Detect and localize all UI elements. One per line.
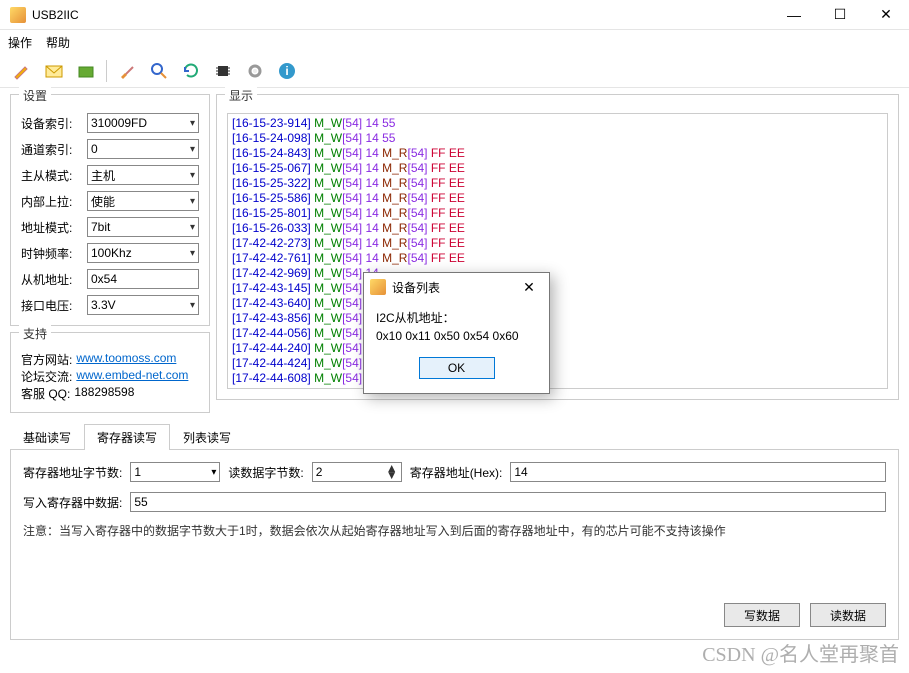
support-title: 支持 [19,325,51,342]
log-line: [17-42-42-969] M_W[54] 14 [232,266,883,281]
menu-help[interactable]: 帮助 [46,34,70,51]
data-bytes-spin[interactable]: 2▲▼ [312,462,402,482]
label-voltage: 接口电压: [21,297,81,314]
log-line: [17-42-43-640] M_W[54] [232,296,883,311]
forum-label: 论坛交流: [21,368,72,385]
titlebar: USB2IIC — ☐ ✕ [0,0,909,30]
qq-label: 客服 QQ: [21,385,70,402]
site-link[interactable]: www.toomoss.com [76,351,176,368]
log-line: [16-15-23-914] M_W[54] 14 55 [232,116,883,131]
combo-pullup[interactable]: 使能 [87,191,199,211]
reg-addr-bytes-combo[interactable]: 1 [130,462,220,482]
dialog-line2: 0x10 0x11 0x50 0x54 0x60 [376,327,537,345]
label-slave_addr: 从机地址: [21,271,81,288]
log-line: [17-42-44-424] M_W[54] [232,356,883,371]
write-button[interactable]: 写数据 [724,603,800,627]
write-data-input[interactable]: 55 [130,492,886,512]
dialog-ok-button[interactable]: OK [419,357,495,379]
window-title: USB2IIC [32,8,771,22]
watermark: CSDN @名人堂再聚首 [702,638,899,667]
log-line: [16-15-25-801] M_W[54] 14 M_R[54] FF EE [232,206,883,221]
settings-title: 设置 [19,87,51,104]
combo-device_index[interactable]: 310009FD [87,113,199,133]
forum-link[interactable]: www.embed-net.com [76,368,188,385]
combo-channel_index[interactable]: 0 [87,139,199,159]
pencil-icon[interactable] [10,59,34,83]
combo-slave_addr[interactable]: 0x54 [87,269,199,289]
minimize-button[interactable]: — [771,0,817,30]
refresh-icon[interactable] [179,59,203,83]
log-line: [17-42-42-273] M_W[54] 14 M_R[54] FF EE [232,236,883,251]
site-label: 官方网站: [21,351,72,368]
dialog-icon [370,279,386,295]
label-device_index: 设备索引: [21,115,81,132]
log-line: [16-15-25-322] M_W[54] 14 M_R[54] FF EE [232,176,883,191]
combo-voltage[interactable]: 3.3V [87,295,199,315]
dialog-line1: I2C从机地址： [376,309,537,327]
log-line: [17-42-44-608] M_W[54] [232,371,883,386]
settings-panel: 设置 设备索引:310009FD通道索引:0主从模式:主机内部上拉:使能地址模式… [10,94,210,326]
device-list-dialog: 设备列表 ✕ I2C从机地址： 0x10 0x11 0x50 0x54 0x60… [363,272,550,394]
reg-addr-input[interactable]: 14 [510,462,886,482]
label-clock: 时钟频率: [21,245,81,262]
menubar: 操作 帮助 [0,30,909,54]
read-button[interactable]: 读数据 [810,603,886,627]
reg-addr-label: 寄存器地址(Hex): [410,464,503,481]
log-line: [17-42-43-145] M_W[54] [232,281,883,296]
label-pullup: 内部上拉: [21,193,81,210]
brush-icon[interactable] [115,59,139,83]
magnifier-icon[interactable] [147,59,171,83]
info-icon[interactable]: i [275,59,299,83]
log-view[interactable]: [16-15-23-914] M_W[54] 14 55[16-15-24-09… [227,113,888,389]
log-line: [17-42-44-240] M_W[54] [232,341,883,356]
tab-body: 寄存器地址字节数: 1 读数据字节数: 2▲▼ 寄存器地址(Hex): 14 写… [10,450,899,640]
tab-basic[interactable]: 基础读写 [10,424,84,450]
note-text: 注意：当写入寄存器中的数据字节数大于1时，数据会依次从起始寄存器地址写入到后面的… [23,522,886,539]
log-line: [16-15-25-586] M_W[54] 14 M_R[54] FF EE [232,191,883,206]
tab-register[interactable]: 寄存器读写 [84,424,170,450]
combo-master_slave[interactable]: 主机 [87,165,199,185]
svg-text:i: i [285,64,288,78]
log-line: [16-15-26-033] M_W[54] 14 M_R[54] FF EE [232,221,883,236]
maximize-button[interactable]: ☐ [817,0,863,30]
tab-list[interactable]: 列表读写 [170,424,244,450]
log-line: [17-42-43-856] M_W[54] [232,311,883,326]
log-line: [17-42-42-761] M_W[54] 14 M_R[54] FF EE [232,251,883,266]
support-panel: 支持 官方网站:www.toomoss.com 论坛交流:www.embed-n… [10,332,210,413]
close-button[interactable]: ✕ [863,0,909,30]
log-line: [16-15-24-098] M_W[54] 14 55 [232,131,883,146]
envelope-icon[interactable] [42,59,66,83]
app-icon [10,7,26,23]
combo-addr_mode[interactable]: 7bit [87,217,199,237]
display-title: 显示 [225,87,257,104]
menu-operation[interactable]: 操作 [8,34,32,51]
log-line: [16-15-24-843] M_W[54] 14 M_R[54] FF EE [232,146,883,161]
display-panel: 显示 [16-15-23-914] M_W[54] 14 55[16-15-24… [216,94,899,400]
qq-value: 188298598 [74,385,134,402]
log-line: [17-42-44-056] M_W[54] [232,326,883,341]
data-bytes-label: 读数据字节数: [228,464,303,481]
label-master_slave: 主从模式: [21,167,81,184]
combo-clock[interactable]: 100Khz [87,243,199,263]
label-channel_index: 通道索引: [21,141,81,158]
dialog-close-button[interactable]: ✕ [515,273,543,301]
gear-icon[interactable] [243,59,267,83]
dialog-title: 设备列表 [392,279,515,296]
chip-icon[interactable] [211,59,235,83]
reg-addr-bytes-label: 寄存器地址字节数: [23,464,122,481]
toolbar: i [0,54,909,88]
label-addr_mode: 地址模式: [21,219,81,236]
log-line: [17-42-44-792] M_W[54] [232,386,883,389]
log-line: [16-15-25-067] M_W[54] 14 M_R[54] FF EE [232,161,883,176]
write-data-label: 写入寄存器中数据: [23,494,122,511]
box-icon[interactable] [74,59,98,83]
